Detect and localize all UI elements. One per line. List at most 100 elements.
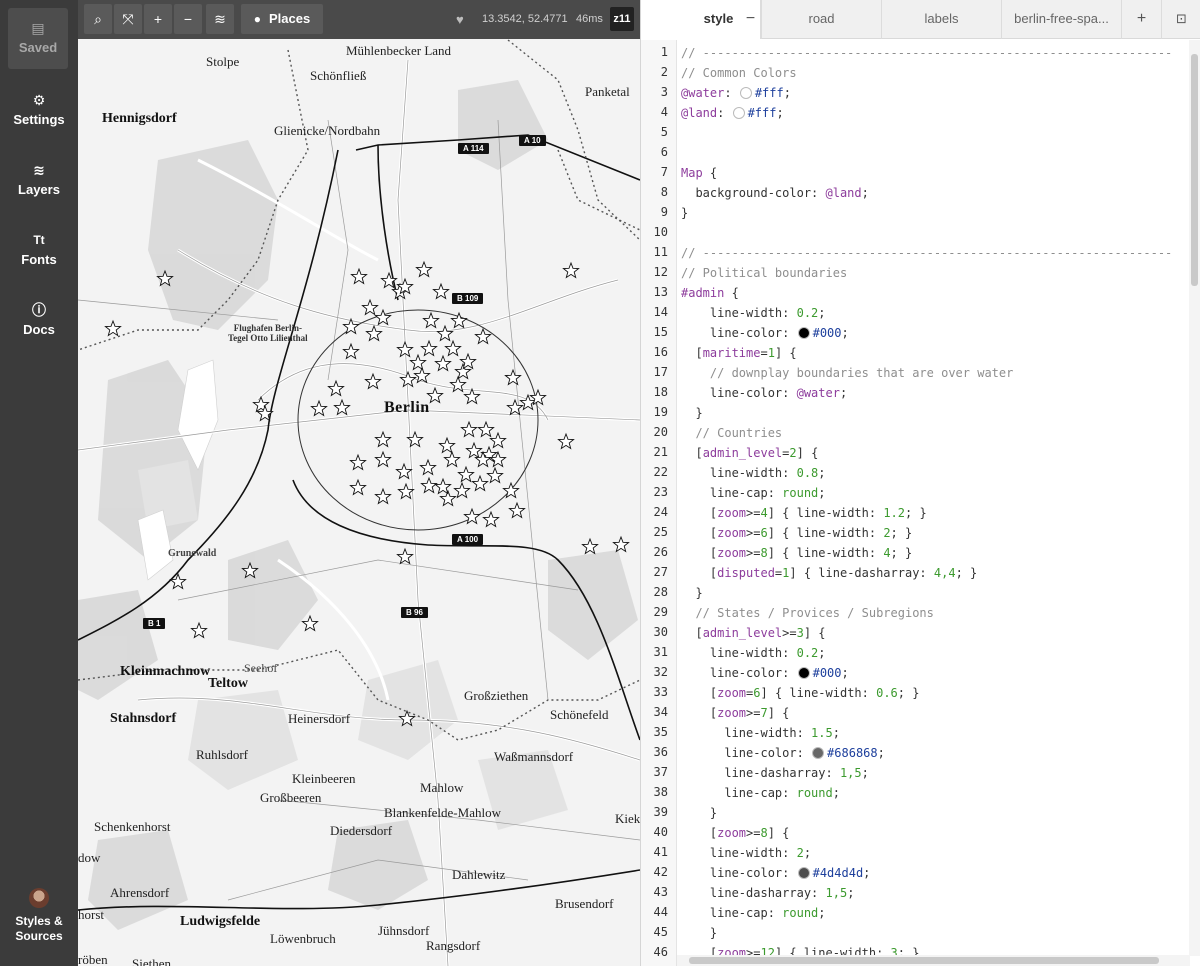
zoom-level: z11 <box>610 7 634 31</box>
line-number: 11 <box>653 245 668 259</box>
code-line[interactable]: Map { <box>681 163 717 183</box>
line-number: 46 <box>653 945 668 959</box>
color-swatch[interactable] <box>812 747 825 759</box>
code-line[interactable]: [admin_level=2] { <box>681 443 818 463</box>
code-line[interactable]: [zoom>=4] { line-width: 1.2; } <box>681 503 927 523</box>
code-line[interactable]: [zoom>=8] { <box>681 823 790 843</box>
code-line[interactable]: line-color: #686868; <box>681 743 885 763</box>
map-view[interactable]: Mühlenbecker Land Stolpe Schönfließ Pank… <box>78 0 640 966</box>
place-label: Siethen <box>132 956 171 966</box>
code-line[interactable]: } <box>681 923 717 943</box>
code-line[interactable]: [zoom>=6] { line-width: 2; } <box>681 523 912 543</box>
tab-road[interactable]: road <box>762 0 882 39</box>
code-line[interactable]: line-width: 0.2; <box>681 643 826 663</box>
code-line[interactable]: @water: #fff; <box>681 83 791 103</box>
line-number: 21 <box>653 445 668 459</box>
vertical-scroll-thumb[interactable] <box>1191 54 1198 286</box>
code-line[interactable]: line-cap: round; <box>681 483 826 503</box>
code-line[interactable]: line-cap: round; <box>681 903 826 923</box>
tab-berlin-free-spaces[interactable]: berlin-free-spa... <box>1002 0 1122 39</box>
add-tab-button[interactable]: + <box>1122 0 1162 39</box>
code-line[interactable]: // States / Provices / Subregions <box>681 603 933 623</box>
horizontal-scrollbar[interactable] <box>677 955 1190 966</box>
line-number: 2 <box>660 65 668 79</box>
code-line[interactable]: // downplay boundaries that are over wat… <box>681 363 1013 383</box>
code-line[interactable]: [zoom=6] { line-width: 0.6; } <box>681 683 920 703</box>
line-number: 19 <box>653 405 668 419</box>
search-button[interactable]: ⌕ <box>84 4 112 34</box>
color-swatch[interactable] <box>797 867 810 879</box>
gear-icon: ⚙ <box>32 92 46 108</box>
docs-label: Docs <box>23 322 55 337</box>
code-line[interactable]: @land: #fff; <box>681 103 784 123</box>
code-line[interactable]: line-color: @water; <box>681 383 847 403</box>
line-number: 30 <box>653 625 668 639</box>
line-number: 15 <box>653 325 668 339</box>
code-line[interactable]: [admin_level>=3] { <box>681 623 825 643</box>
collapse-editor-button[interactable]: ⊡ <box>1162 0 1200 39</box>
code-line[interactable]: line-width: 0.8; <box>681 463 826 483</box>
color-swatch[interactable] <box>797 327 810 339</box>
vertical-scrollbar[interactable] <box>1189 40 1200 956</box>
fonts-button[interactable]: Tt Fonts <box>0 232 78 267</box>
code-line[interactable]: line-width: 0.2; <box>681 303 826 323</box>
code-line[interactable]: [maritime=1] { <box>681 343 796 363</box>
code-line[interactable]: line-dasharray: 1,5; <box>681 763 869 783</box>
fullscreen-button[interactable]: ⤧ <box>114 4 142 34</box>
line-number: 20 <box>653 425 668 439</box>
info-icon: ⓘ <box>32 302 46 318</box>
settings-button[interactable]: ⚙ Settings <box>0 92 78 127</box>
code-line[interactable]: line-color: #000; <box>681 663 849 683</box>
line-number: 8 <box>660 185 668 199</box>
avatar <box>29 888 49 908</box>
code-line[interactable]: [zoom>=8] { line-width: 4; } <box>681 543 912 563</box>
place-label: Jühnsdorf <box>378 923 430 938</box>
settings-label: Settings <box>13 112 65 127</box>
place-label: Mahlow <box>420 780 464 795</box>
code-line[interactable]: #admin { <box>681 283 739 303</box>
code-line[interactable]: // -------------------------------------… <box>681 243 1172 263</box>
horizontal-scroll-thumb[interactable] <box>689 957 1159 964</box>
docs-button[interactable]: ⓘ Docs <box>0 302 78 337</box>
line-number: 3 <box>660 85 668 99</box>
code-line[interactable]: } <box>681 803 717 823</box>
styles-sources-button[interactable]: Styles & Sources <box>0 888 78 944</box>
line-number: 44 <box>653 905 668 919</box>
code-line[interactable]: // Common Colors <box>681 63 797 83</box>
code-line[interactable]: // Political boundaries <box>681 263 847 283</box>
zoom-out-button[interactable]: − <box>174 4 202 34</box>
color-swatch[interactable] <box>739 87 752 99</box>
tab-labels[interactable]: labels <box>882 0 1002 39</box>
layers-button[interactable]: ≋ Layers <box>0 162 78 197</box>
code-line[interactable]: } <box>681 403 702 423</box>
favorite-icon[interactable]: ♥ <box>456 0 464 39</box>
remove-tab-button[interactable]: − <box>740 0 762 39</box>
zoom-in-button[interactable]: + <box>144 4 172 34</box>
layers-label: Layers <box>18 182 60 197</box>
inspect-layers-button[interactable]: ≋ <box>206 4 234 34</box>
line-number: 31 <box>653 645 668 659</box>
code-line[interactable]: line-cap: round; <box>681 783 840 803</box>
road-shield: A 10 <box>519 135 546 146</box>
color-swatch[interactable] <box>732 107 745 119</box>
code-line[interactable]: } <box>681 583 702 603</box>
code-line[interactable]: // -------------------------------------… <box>681 43 1172 63</box>
color-swatch[interactable] <box>797 667 810 679</box>
code-line[interactable]: background-color: @land; <box>681 183 868 203</box>
code-line[interactable]: [disputed=1] { line-dasharray: 4,4; } <box>681 563 977 583</box>
line-number: 1 <box>660 45 668 59</box>
code-line[interactable]: line-width: 2; <box>681 843 811 863</box>
code-editor[interactable]: // -------------------------------------… <box>677 40 1189 956</box>
code-line[interactable]: line-dasharray: 1,5; <box>681 883 855 903</box>
code-line[interactable]: line-color: #000; <box>681 323 849 343</box>
code-line[interactable]: [zoom>=7] { <box>681 703 790 723</box>
line-number: 5 <box>660 125 668 139</box>
saved-button[interactable]: ▤ Saved <box>8 8 68 69</box>
place-label: Kleinbeeren <box>292 771 356 786</box>
place-label: Kleinmachnow <box>120 664 211 679</box>
code-line[interactable]: line-width: 1.5; <box>681 723 840 743</box>
code-line[interactable]: line-color: #4d4d4d; <box>681 863 871 883</box>
code-line[interactable]: // Countries <box>681 423 782 443</box>
code-line[interactable]: } <box>681 203 688 223</box>
places-button[interactable]: ● Places <box>241 4 323 34</box>
